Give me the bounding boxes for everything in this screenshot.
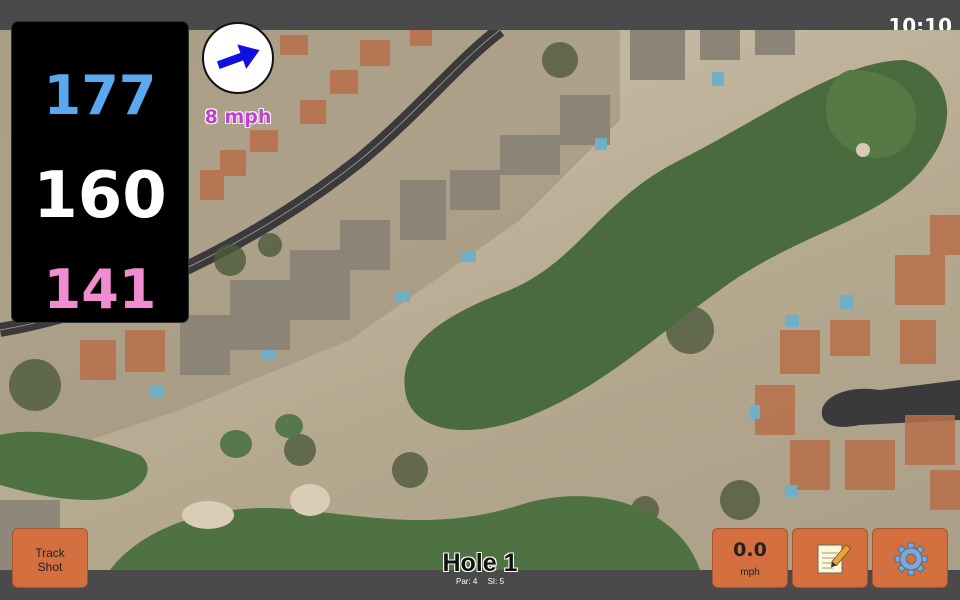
distance-middle: 160 — [33, 159, 167, 233]
track-shot-label-line1: Track — [35, 546, 65, 560]
wind-direction-arrow-icon — [216, 44, 260, 69]
wind-speed-input-button[interactable]: 0.0 mph — [712, 528, 788, 588]
track-shot-button[interactable]: Track Shot — [12, 528, 88, 588]
gear-icon — [894, 542, 928, 576]
wind-speed-label: 8 mph — [204, 106, 272, 128]
wind-input-value: 0.0 — [733, 539, 767, 561]
settings-button[interactable] — [872, 528, 948, 588]
track-shot-label-line2: Shot — [37, 560, 63, 574]
wind-input-unit: mph — [740, 567, 760, 578]
hole-info: Par: 4 SI: 5 — [380, 577, 580, 586]
distance-panel: 177 160 141 — [12, 22, 188, 322]
distance-front: 141 — [43, 258, 157, 321]
distance-back: 177 — [43, 64, 157, 127]
hole-title: Hole 1 — [442, 549, 518, 577]
notepad-icon — [817, 544, 852, 574]
hole-par: Par: 4 — [455, 577, 478, 586]
hole-stroke-index: SI: 5 — [487, 577, 505, 586]
notes-button[interactable] — [792, 528, 868, 588]
wind-direction-indicator — [202, 22, 274, 94]
